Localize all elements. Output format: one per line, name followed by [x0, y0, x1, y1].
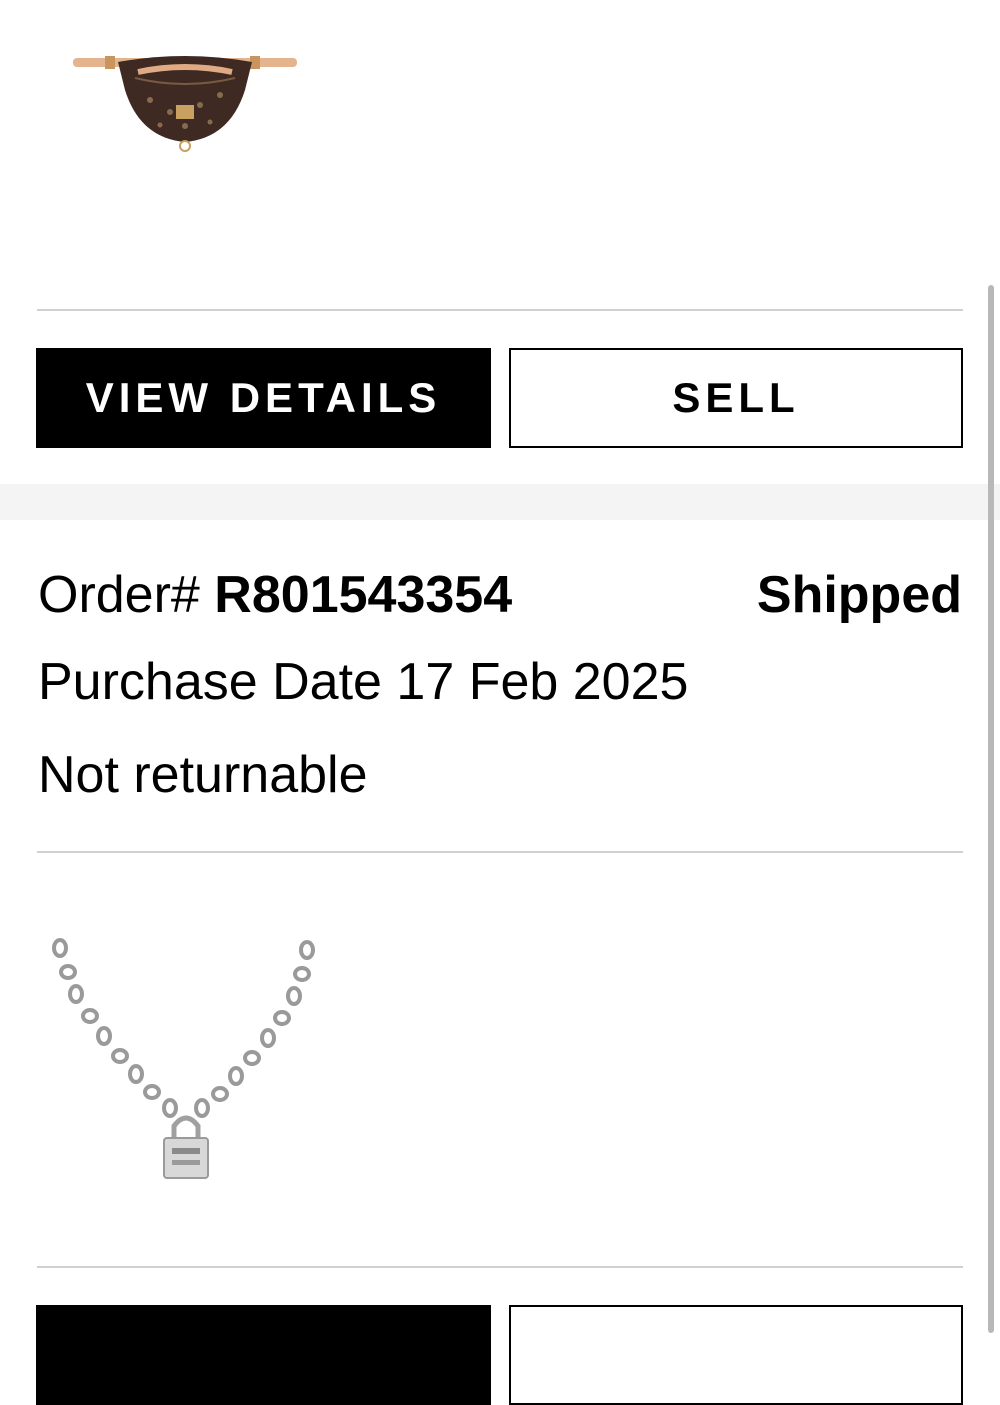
order-header: Order# R801543354 Shipped [38, 560, 962, 630]
belt-bag-image[interactable] [70, 50, 300, 155]
purchase-date-value: 17 Feb 2025 [396, 653, 689, 711]
purchase-date: Purchase Date 17 Feb 2025 [38, 652, 688, 712]
sell-button[interactable]: SELL [509, 348, 963, 448]
order-id: Order# R801543354 [38, 565, 512, 625]
divider [37, 851, 963, 853]
returnable-status: Not returnable [38, 746, 368, 804]
scrollbar[interactable] [988, 285, 994, 1333]
divider [37, 1266, 963, 1268]
view-details-button-2[interactable] [36, 1305, 491, 1405]
purchase-date-label: Purchase Date [38, 653, 382, 711]
order-status: Shipped [756, 566, 962, 624]
sell-button-2[interactable] [509, 1305, 963, 1405]
order-number: R801543354 [214, 566, 513, 624]
lock-necklace-image[interactable] [52, 930, 317, 1185]
section-separator [0, 484, 1000, 520]
view-details-button[interactable]: VIEW DETAILS [36, 348, 491, 448]
divider [37, 309, 963, 311]
order-label: Order# [38, 566, 200, 624]
